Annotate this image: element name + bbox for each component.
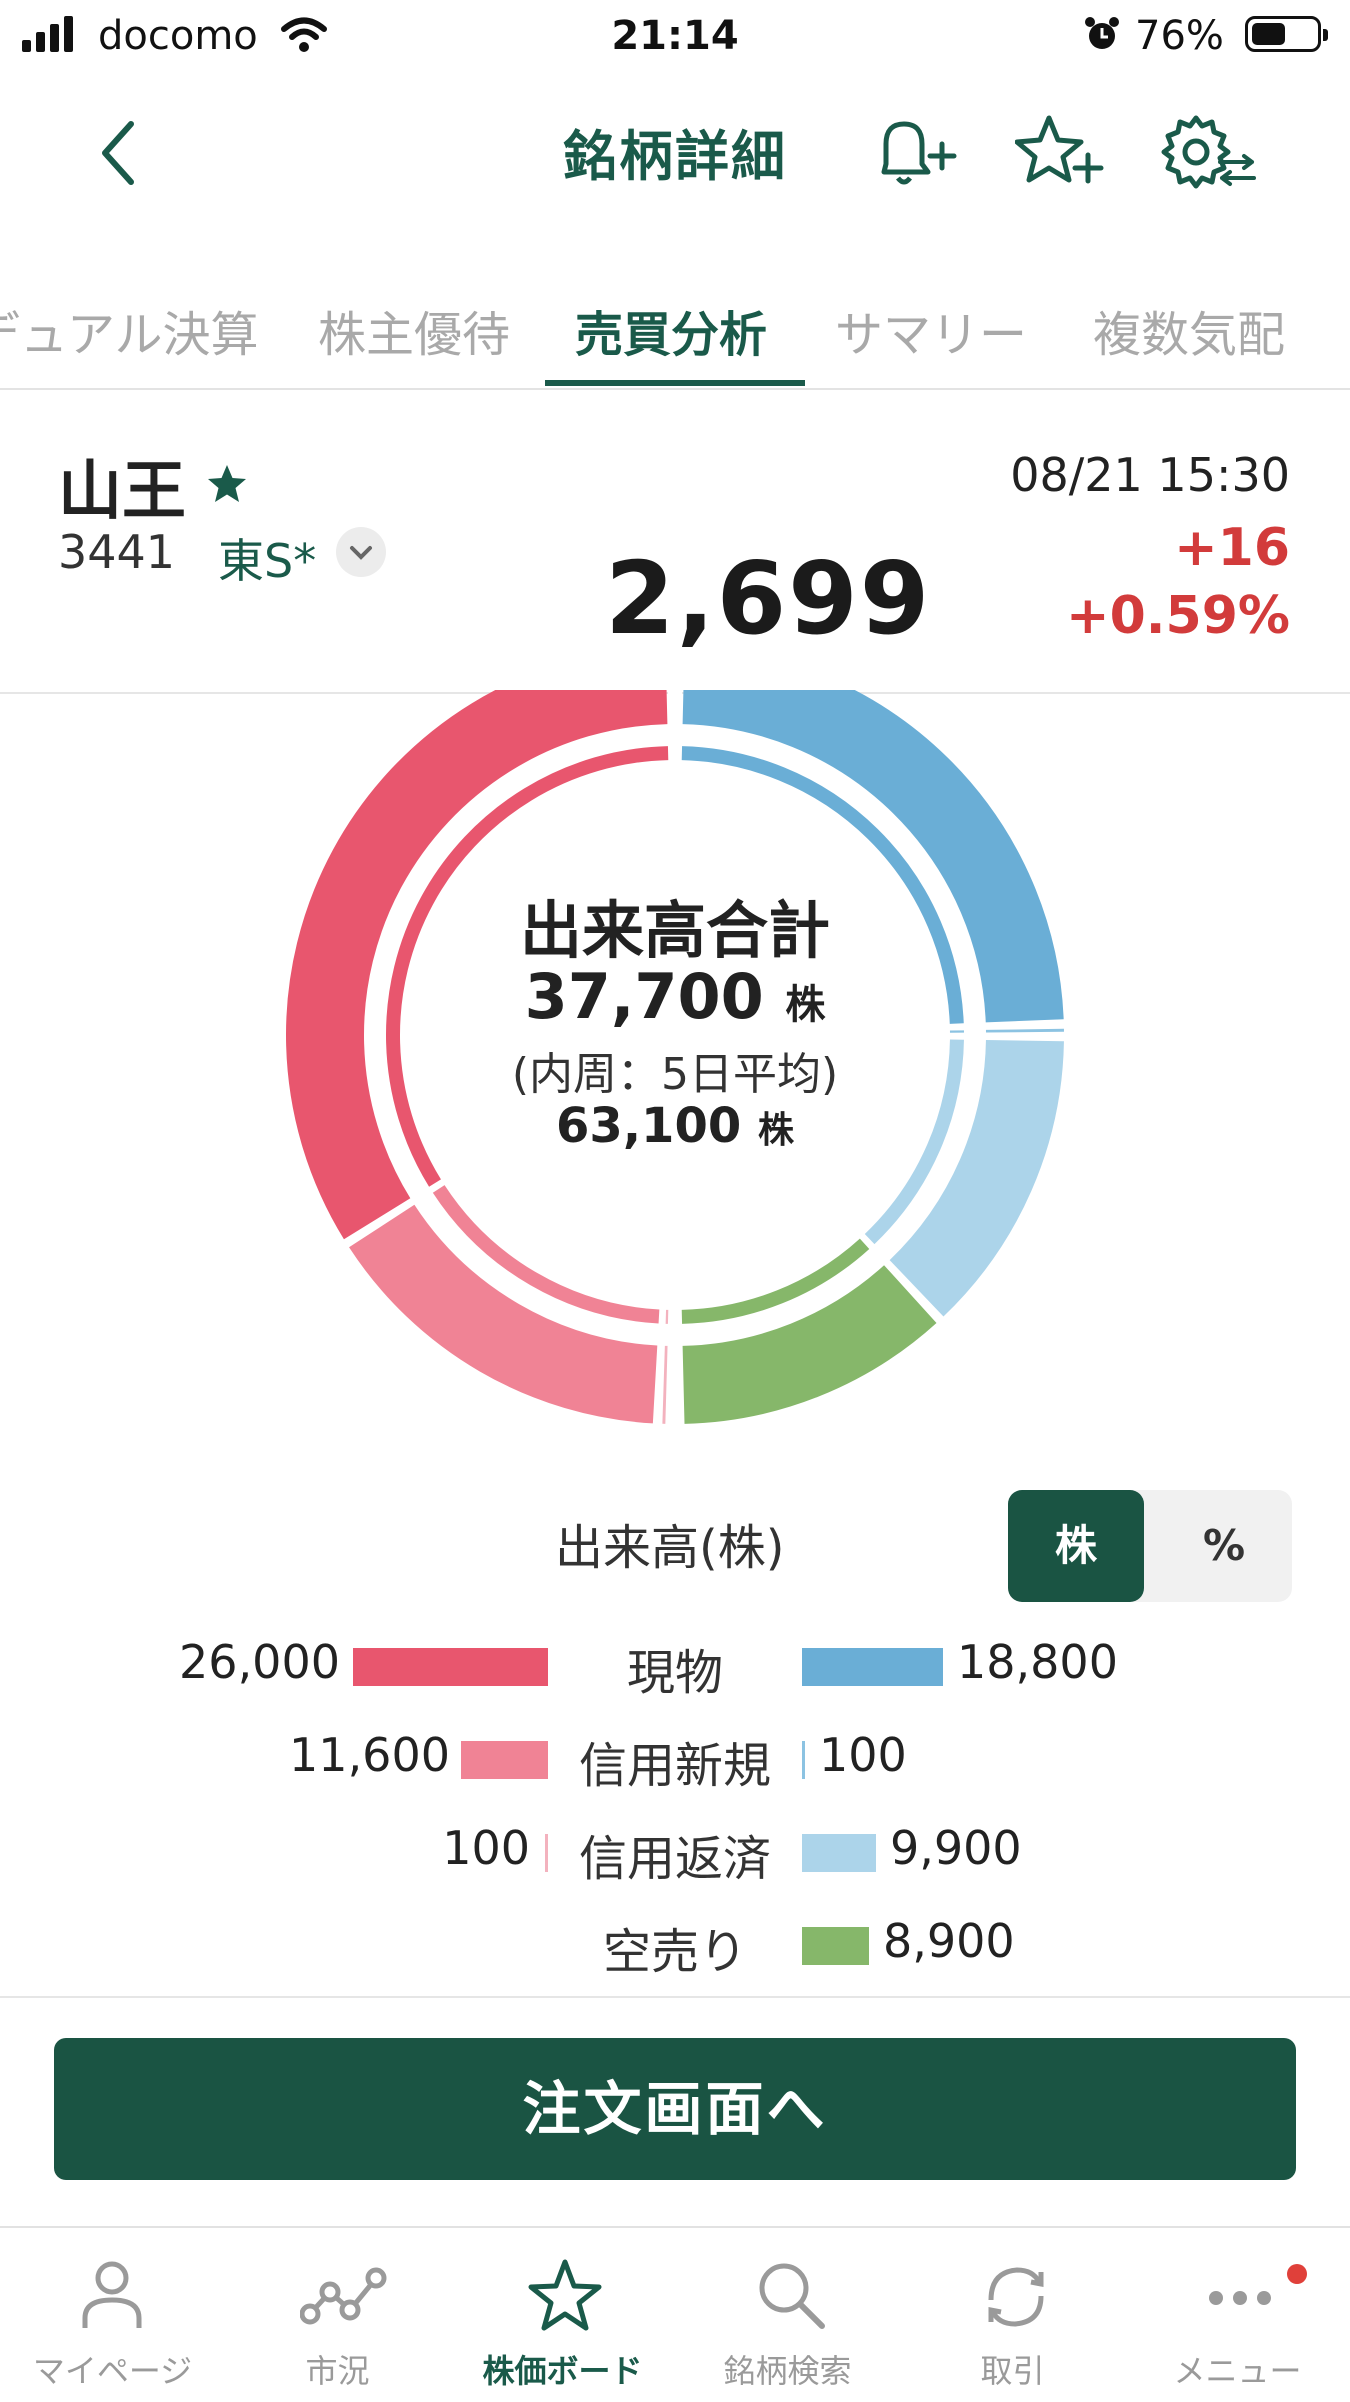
stock-code: 3441 <box>58 525 175 579</box>
tabbar-item-trade[interactable]: 取引 <box>900 2228 1125 2402</box>
tabbar-label: 市況 <box>225 2346 450 2392</box>
sell-bar <box>802 1741 805 1779</box>
sell-value: 18,800 <box>957 1635 1118 1689</box>
bottom-tab-bar: マイページ 市況 株価ボード 銘柄検索 取引 <box>0 2226 1350 2402</box>
tabbar-label: メニュー <box>1125 2346 1350 2392</box>
battery-icon <box>1245 16 1321 52</box>
average-volume-unit: 株 <box>758 1110 794 1151</box>
tabbar-item-mypage[interactable]: マイページ <box>0 2228 225 2402</box>
market-selector[interactable]: 東S* <box>218 525 316 591</box>
battery-percent: 76% <box>1135 8 1224 64</box>
star-icon <box>525 2256 605 2336</box>
page-title: 銘柄詳細 <box>0 112 1350 191</box>
tab-trade-analysis[interactable]: 売買分析 <box>575 295 767 365</box>
tabbar-item-market[interactable]: 市況 <box>225 2228 450 2402</box>
notification-badge <box>1287 2264 1307 2284</box>
average-volume: 63,100 株 <box>375 1098 975 1154</box>
star-plus-icon[interactable] <box>1015 112 1105 194</box>
total-volume-value: 37,700 <box>525 960 764 1033</box>
tab-shareholder-benefits[interactable]: 株主優待 <box>318 295 510 365</box>
tabbar-label: 銘柄検索 <box>675 2346 900 2392</box>
favorite-star-icon[interactable] <box>205 462 249 506</box>
price-change-percent: +0.59% <box>1066 586 1290 646</box>
refresh-icon <box>975 2256 1055 2336</box>
person-icon <box>75 2256 150 2336</box>
divider <box>0 1996 1350 1998</box>
buy-value: 26,000 <box>40 1635 340 1689</box>
sell-bar <box>802 1648 943 1686</box>
row-label: 現物 <box>510 1633 840 1703</box>
tabbar-item-search[interactable]: 銘柄検索 <box>675 2228 900 2402</box>
chevron-down-icon <box>336 527 386 577</box>
row-label: 信用返済 <box>510 1819 840 1889</box>
buy-value: 11,600 <box>150 1728 450 1782</box>
order-screen-button[interactable]: 注文画面へ <box>54 2038 1296 2180</box>
unit-toggle: 株 % <box>1008 1490 1292 1602</box>
tabbar-label: 取引 <box>900 2346 1125 2392</box>
tabbar-item-stock-board[interactable]: 株価ボード <box>450 2228 675 2402</box>
bell-plus-icon[interactable] <box>872 112 958 194</box>
sell-value: 100 <box>819 1728 907 1782</box>
total-volume: 37,700 株 <box>375 960 975 1033</box>
tabbar-label: マイページ <box>0 2346 225 2392</box>
current-price: 2,699 <box>605 540 931 657</box>
quote-datetime: 08/21 15:30 <box>1010 448 1290 502</box>
unit-shares-button[interactable]: 株 <box>1008 1490 1144 1602</box>
market-chart-icon <box>300 2256 390 2336</box>
buy-value: 100 <box>230 1821 530 1875</box>
sell-bar <box>802 1927 869 1965</box>
unit-percent-button[interactable]: % <box>1156 1490 1292 1602</box>
inner-ring-label: (内周：5日平均) <box>375 1038 975 1102</box>
search-icon <box>750 2256 830 2336</box>
donut-title: 出来高合計 <box>375 880 975 970</box>
status-bar: docomo 21:14 76% <box>0 0 1350 72</box>
legend-title: 出来高(株) <box>555 1508 784 1578</box>
row-label: 空売り <box>510 1912 840 1982</box>
total-volume-unit: 株 <box>785 982 825 1028</box>
tab-multiple-quotes[interactable]: 複数気配 <box>1093 295 1285 365</box>
market-dropdown[interactable] <box>336 527 386 577</box>
tabbar-label: 株価ボード <box>450 2346 675 2392</box>
sell-bar <box>802 1834 876 1872</box>
sell-value: 8,900 <box>883 1914 1015 1968</box>
tabbar-item-menu[interactable]: メニュー <box>1125 2228 1350 2402</box>
alarm-icon <box>1082 14 1122 54</box>
sell-value: 9,900 <box>890 1821 1022 1875</box>
tab-dual-earnings[interactable]: デュアル決算 <box>0 295 259 365</box>
price-change: +16 <box>1174 518 1290 578</box>
tab-bar: デュアル決算 株主優待 売買分析 サマリー 複数気配 <box>0 285 1350 390</box>
active-tab-indicator <box>545 380 805 386</box>
row-label: 信用新規 <box>510 1726 840 1796</box>
tab-summary[interactable]: サマリー <box>835 295 1027 365</box>
more-icon <box>1200 2256 1280 2336</box>
gear-sliders-icon[interactable] <box>1158 110 1258 196</box>
stock-name: 山王 <box>58 440 186 532</box>
average-volume-value: 63,100 <box>556 1098 741 1154</box>
